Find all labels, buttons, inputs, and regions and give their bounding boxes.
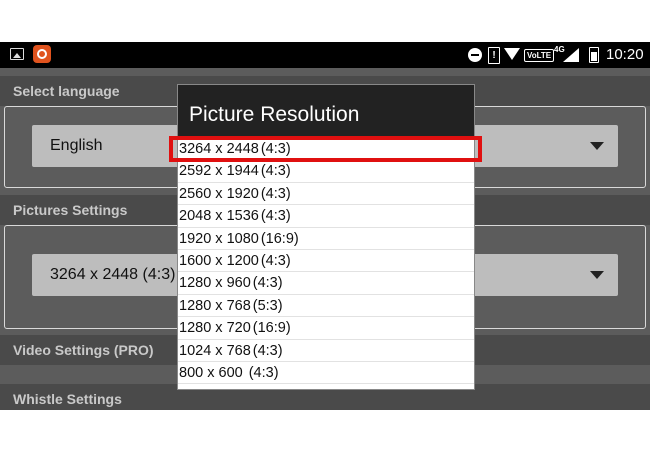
status-bar: ! VoLTE 4G 10:20: [0, 42, 650, 68]
resolution-option[interactable]: 1280 x 720 (16:9): [178, 317, 474, 340]
wifi-icon: [504, 48, 520, 60]
resolution-option[interactable]: 2048 x 1536 (4:3): [178, 205, 474, 228]
resolution-ratio: (4:3): [252, 275, 283, 292]
battery-icon: [589, 47, 599, 63]
picture-resolution-dialog: Picture Resolution 3264 x 2448 (4:3) 2592…: [177, 84, 475, 390]
resolution-option[interactable]: 1920 x 1080 (16:9): [178, 228, 474, 250]
app-icon: [33, 45, 51, 63]
resolution-option[interactable]: 3264 x 2448 (4:3): [178, 138, 474, 161]
resolution-option[interactable]: 1600 x 1200 (4:3): [178, 250, 474, 273]
resolution-ratio: (5:3): [252, 297, 283, 314]
resolution-option[interactable]: [178, 384, 474, 389]
resolution-ratio: (4:3): [252, 342, 283, 359]
signal-icon: [563, 48, 579, 62]
resolution-option[interactable]: 1280 x 960 (4:3): [178, 272, 474, 295]
resolution-option[interactable]: 2592 x 1944 (4:3): [178, 160, 474, 183]
picture-resolution-dropdown-value: 3264 x 2448 (4:3): [50, 266, 176, 283]
language-dropdown-value: English: [50, 137, 103, 154]
resolution-size: 1600 x 1200: [179, 252, 259, 269]
gallery-icon: [10, 48, 24, 60]
resolution-ratio: (4:3): [260, 163, 291, 180]
chevron-down-icon: [590, 271, 604, 279]
resolution-size: 2048 x 1536: [179, 208, 259, 225]
resolution-size: 2592 x 1944: [179, 163, 259, 180]
clock-time: 10:20: [606, 46, 644, 63]
resolution-option[interactable]: 1280 x 768 (5:3): [178, 295, 474, 318]
resolution-ratio: (4:3): [260, 141, 291, 157]
resolution-size: 800 x 600: [179, 364, 243, 381]
resolution-size: 1920 x 1080: [179, 230, 259, 247]
resolution-size: 1280 x 960: [179, 275, 251, 292]
resolution-ratio: (4:3): [260, 208, 291, 225]
resolution-ratio: (16:9): [260, 230, 299, 247]
volte-icon: VoLTE: [524, 49, 555, 62]
resolution-size: 1280 x 768: [179, 297, 251, 314]
resolution-size: 1024 x 768: [179, 342, 251, 359]
dialog-title: Picture Resolution: [178, 85, 474, 138]
resolution-ratio: (16:9): [252, 320, 291, 337]
resolution-option[interactable]: 2560 x 1920 (4:3): [178, 183, 474, 206]
resolution-size: 1280 x 720: [179, 320, 251, 337]
resolution-option[interactable]: 800 x 600 (4:3): [178, 362, 474, 385]
alert-icon: !: [488, 47, 500, 64]
do-not-disturb-icon: [468, 48, 482, 62]
resolution-ratio: (4:3): [244, 364, 279, 381]
resolution-size: 3264 x 2448: [179, 141, 259, 157]
resolution-option-list[interactable]: 3264 x 2448 (4:3) 2592 x 1944 (4:3) 2560 x…: [178, 138, 474, 389]
resolution-ratio: (4:3): [260, 252, 291, 269]
chevron-down-icon: [590, 142, 604, 150]
resolution-ratio: (4:3): [260, 185, 291, 202]
resolution-option[interactable]: 1024 x 768 (4:3): [178, 340, 474, 362]
resolution-size: 2560 x 1920: [179, 185, 259, 202]
